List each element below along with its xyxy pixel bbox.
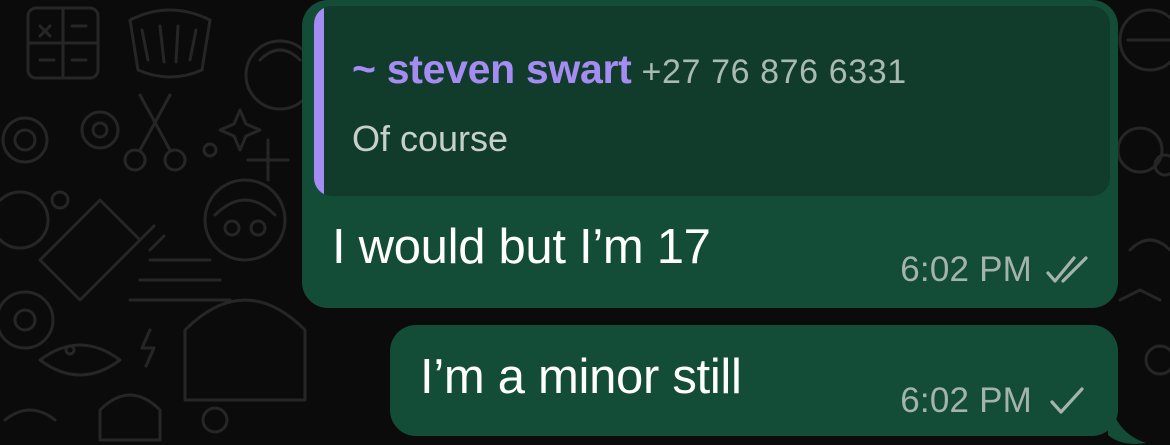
double-check-icon: [1046, 255, 1092, 285]
single-check-icon: [1046, 386, 1092, 416]
quoted-sender: ~ steven swart +27 76 876 6331: [352, 46, 907, 93]
outgoing-message[interactable]: I’m a minor still 6:02 PM: [390, 325, 1118, 436]
message-time: 6:02 PM: [900, 381, 1032, 420]
outgoing-message-reply[interactable]: ~ steven swart +27 76 876 6331 Of course …: [302, 0, 1118, 308]
message-text: I’m a minor still: [420, 350, 742, 404]
message-text: I would but I’m 17: [332, 220, 711, 274]
chat-screen: { "colors": { "background": "#0b0b0b", "…: [0, 0, 1170, 445]
quoted-sender-name: ~ steven swart: [352, 46, 632, 92]
quoted-sender-phone: +27 76 876 6331: [641, 53, 907, 91]
message-meta: 6:02 PM: [900, 381, 1092, 421]
quoted-text: Of course: [352, 118, 509, 159]
message-time: 6:02 PM: [900, 250, 1032, 289]
message-meta: 6:02 PM: [900, 250, 1092, 290]
quote-accent-bar: [314, 6, 324, 196]
quoted-message[interactable]: ~ steven swart +27 76 876 6331 Of course: [314, 6, 1110, 196]
